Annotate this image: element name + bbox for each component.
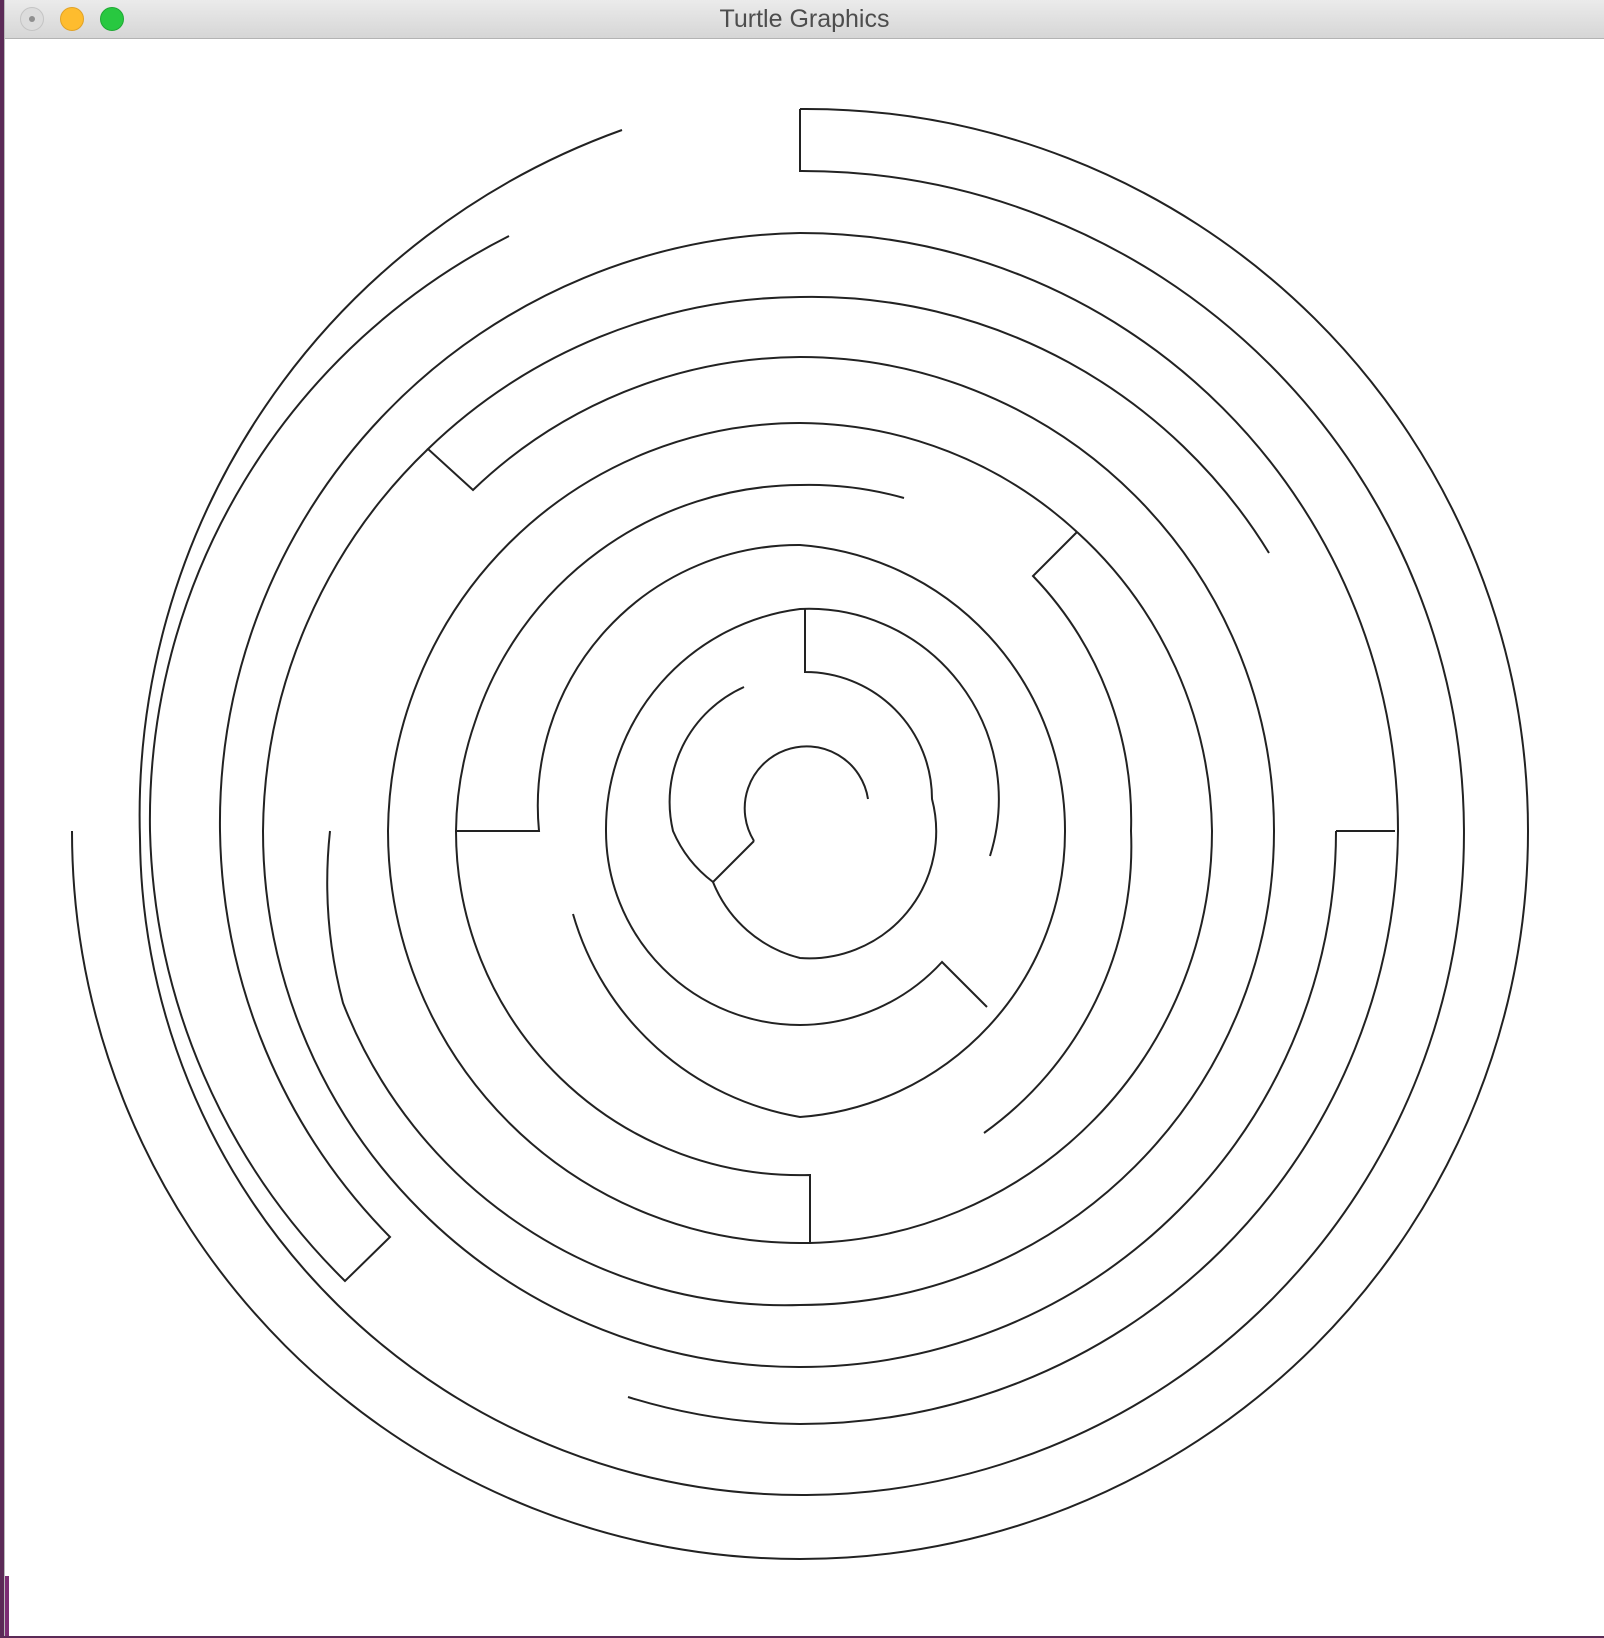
desktop-edge xyxy=(5,1576,9,1636)
title-bar[interactable]: Turtle Graphics xyxy=(5,0,1604,39)
maze-ring-3 xyxy=(326,295,1276,1307)
maze-ring-4-right xyxy=(983,531,1133,1134)
maze-ring-4-right-outer xyxy=(809,531,1214,1244)
maze-ring-3-right-arc xyxy=(261,448,1337,1369)
maze-ring-6-inner xyxy=(711,609,938,960)
maze-ring-6 xyxy=(604,607,1000,1027)
maze-ring-5 xyxy=(454,483,1067,1119)
maze-ring-4 xyxy=(386,421,1078,1244)
circular-maze xyxy=(71,107,1530,1561)
maze-ring-outer-close xyxy=(71,107,1530,1561)
maze-ring-2 xyxy=(148,231,1400,1426)
maze-ring-outer xyxy=(138,109,1465,1496)
window-title: Turtle Graphics xyxy=(719,5,890,33)
maze-core xyxy=(743,745,869,842)
turtle-graphics-window: Turtle Graphics xyxy=(4,0,1604,1636)
maze-center xyxy=(668,686,745,883)
turtle-canvas[interactable] xyxy=(5,39,1604,1636)
